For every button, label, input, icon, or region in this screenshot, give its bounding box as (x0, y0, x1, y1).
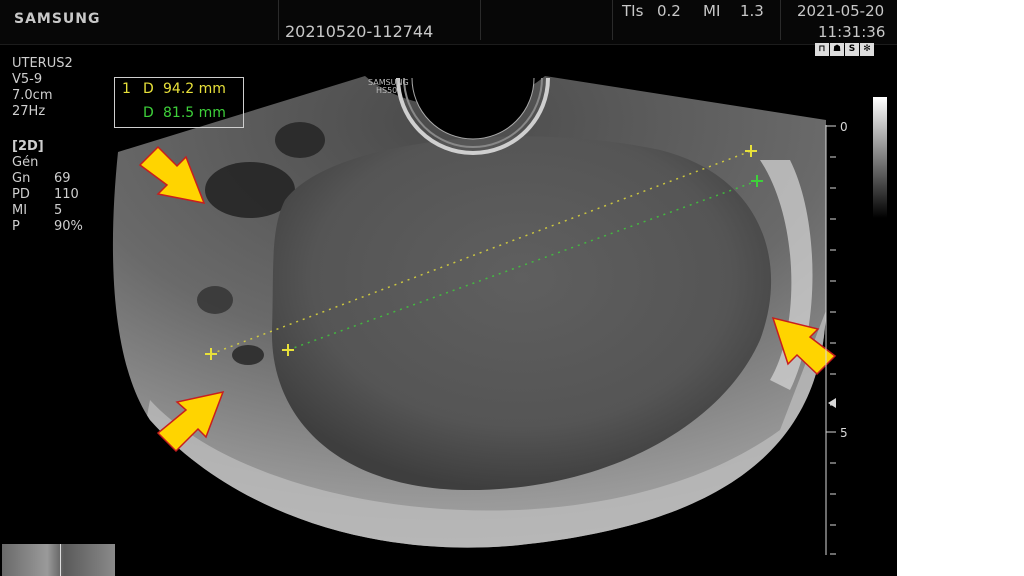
measurement-results-box: 1 D 94.2 mm D 81.5 mm (114, 77, 244, 128)
thumbnail-preview[interactable] (2, 544, 115, 576)
measurement-value: 94.2 mm (163, 81, 226, 97)
ultrasound-screen: SAMSUNG 20210520-112744 TIs 0.2 MI 1.3 2… (0, 0, 897, 576)
thumbnail-divider (60, 544, 61, 576)
measurement-index: 1 (122, 81, 131, 97)
measurement-label: D (143, 81, 154, 97)
measurement-value: 81.5 mm (163, 105, 226, 121)
measurement-label: D (143, 105, 154, 121)
grayscale-bar (873, 97, 887, 218)
probe-logo-model: HS50 (376, 86, 397, 95)
depth-scale-mid-label: 5 (840, 426, 848, 440)
depth-scale-top-label: 0 (840, 120, 848, 134)
focus-marker-icon[interactable] (828, 398, 836, 408)
